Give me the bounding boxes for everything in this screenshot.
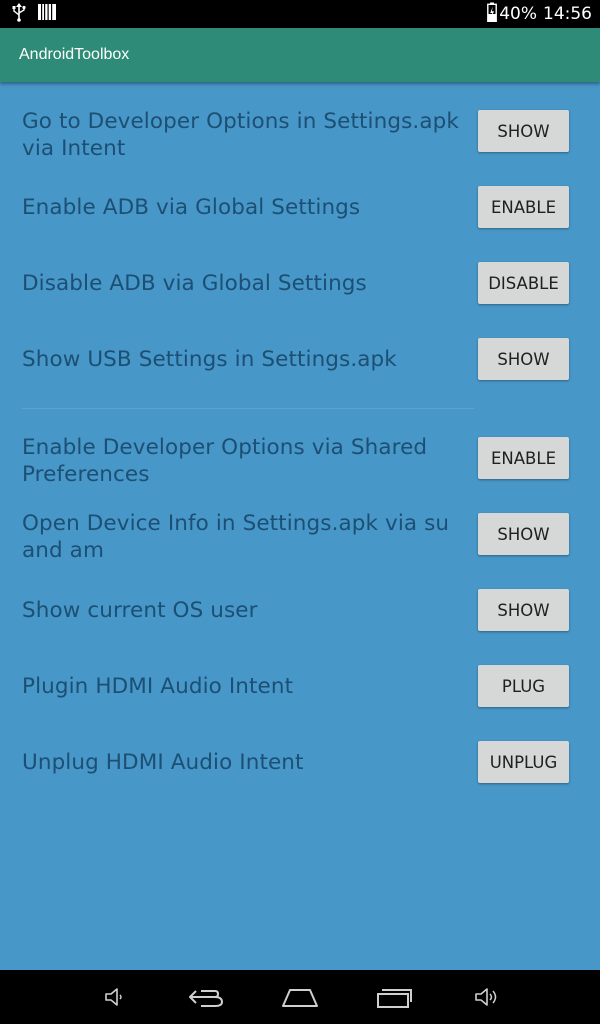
recent-apps-icon[interactable] (374, 982, 414, 1012)
show-os-user-button[interactable]: SHOW (478, 589, 569, 631)
disable-adb-button[interactable]: DISABLE (478, 262, 569, 304)
app-bar: AndroidToolbox (0, 28, 600, 82)
navigation-bar (0, 970, 600, 1024)
status-notifications (12, 2, 56, 26)
section-divider (22, 408, 474, 409)
home-icon[interactable] (280, 982, 320, 1012)
show-usb-settings-button[interactable]: SHOW (478, 338, 569, 380)
show-developer-options-button[interactable]: SHOW (478, 110, 569, 152)
list-item-label: Plugin HDMI Audio Intent (22, 674, 294, 699)
list-item-label: Disable ADB via Global Settings (22, 271, 367, 296)
back-icon[interactable] (186, 982, 226, 1012)
show-device-info-button[interactable]: SHOW (478, 513, 569, 555)
volume-down-icon[interactable] (94, 982, 134, 1012)
volume-up-icon[interactable] (466, 982, 506, 1012)
plug-hdmi-button[interactable]: PLUG (478, 665, 569, 707)
enable-dev-options-button[interactable]: ENABLE (478, 437, 569, 479)
barcode-icon (38, 3, 56, 25)
toolbox-list: Go to Developer Options in Settings.apk … (0, 82, 600, 970)
list-item-label: Unplug HDMI Audio Intent (22, 750, 304, 775)
unplug-hdmi-button[interactable]: UNPLUG (478, 741, 569, 783)
battery-percent: 40% (499, 4, 537, 24)
clock: 14:56 (543, 4, 592, 24)
list-item-label: Enable Developer Options via Shared Pref… (22, 435, 428, 487)
list-item-label: Show USB Settings in Settings.apk (22, 347, 397, 372)
enable-adb-button[interactable]: ENABLE (478, 186, 569, 228)
list-item-label: Enable ADB via Global Settings (22, 195, 361, 220)
battery-icon (487, 2, 498, 27)
status-system: 40% 14:56 (487, 0, 592, 28)
usb-icon (12, 2, 26, 26)
list-item-label: Open Device Info in Settings.apk via su … (22, 511, 450, 563)
list-item-label: Show current OS user (22, 598, 258, 623)
app-title: AndroidToolbox (19, 46, 130, 63)
list-item-label: Go to Developer Options in Settings.apk … (22, 109, 459, 161)
status-bar: 40% 14:56 (0, 0, 600, 28)
